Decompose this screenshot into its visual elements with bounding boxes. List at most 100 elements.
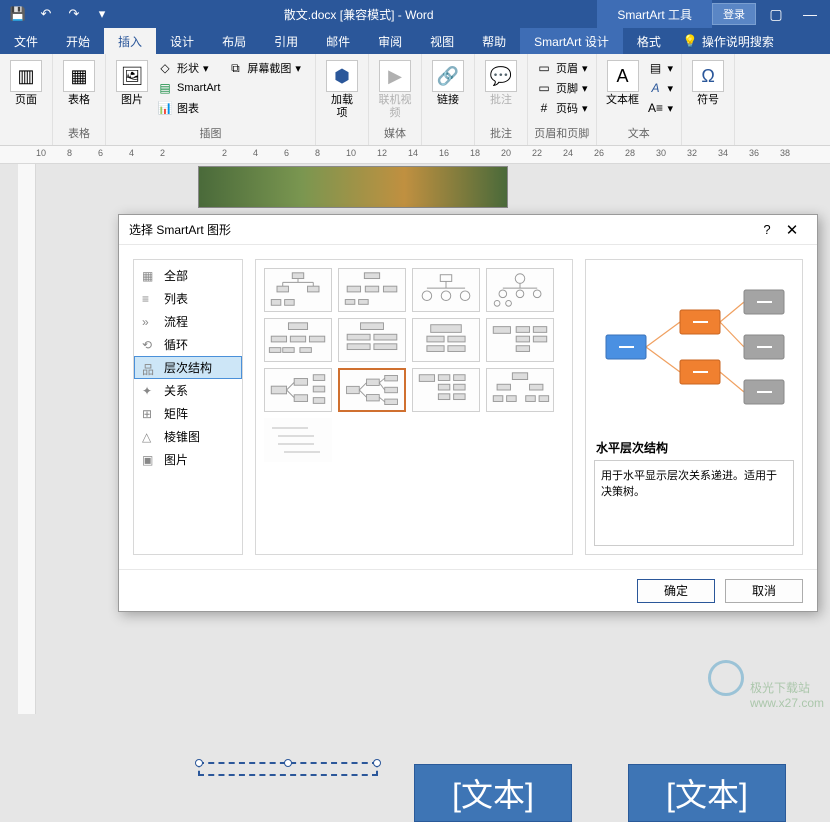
cover-page-button[interactable]: ▥ 页面 bbox=[6, 56, 46, 107]
smartart-button[interactable]: ▤SmartArt bbox=[155, 79, 222, 97]
layout-thumb[interactable] bbox=[412, 268, 480, 312]
addins-button[interactable]: ⬢ 加载 项 bbox=[322, 56, 362, 120]
ruler-tick: 2 bbox=[160, 148, 165, 158]
layout-thumb[interactable] bbox=[486, 318, 554, 362]
ok-button[interactable]: 确定 bbox=[637, 579, 715, 603]
table-button[interactable]: ▦ 表格 bbox=[59, 56, 99, 107]
screenshot-button[interactable]: ⧉屏幕截图▾ bbox=[225, 59, 303, 77]
textbox-label: 文本框 bbox=[606, 94, 639, 107]
layout-thumb[interactable] bbox=[412, 368, 480, 412]
tab-view[interactable]: 视图 bbox=[416, 28, 468, 54]
quick-parts-button[interactable]: ▤▾ bbox=[646, 59, 676, 77]
drop-cap-button[interactable]: A≡▾ bbox=[646, 99, 676, 117]
layout-thumb[interactable] bbox=[338, 318, 406, 362]
redo-icon[interactable]: ↷ bbox=[62, 2, 86, 26]
layout-thumb[interactable] bbox=[338, 268, 406, 312]
dialog-close-button[interactable]: ✕ bbox=[777, 221, 807, 239]
save-icon[interactable]: 💾 bbox=[6, 2, 30, 26]
cycle-icon: ⟲ bbox=[142, 338, 158, 352]
table-icon: ▦ bbox=[63, 60, 95, 92]
sidebar-item-pyramid[interactable]: △棱锥图 bbox=[134, 425, 242, 448]
cancel-button[interactable]: 取消 bbox=[725, 579, 803, 603]
sidebar-item-cycle[interactable]: ⟲循环 bbox=[134, 333, 242, 356]
layout-thumb[interactable] bbox=[264, 368, 332, 412]
ruler-tick: 36 bbox=[749, 148, 759, 158]
tab-insert[interactable]: 插入 bbox=[104, 28, 156, 54]
tab-references[interactable]: 引用 bbox=[260, 28, 312, 54]
preview-description: 用于水平显示层次关系递进。适用于决策树。 bbox=[594, 460, 794, 546]
tab-home[interactable]: 开始 bbox=[52, 28, 104, 54]
ruler-tick: 10 bbox=[36, 148, 46, 158]
ruler-tick: 24 bbox=[563, 148, 573, 158]
sidebar-item-matrix[interactable]: ⊞矩阵 bbox=[134, 402, 242, 425]
sidebar-item-all[interactable]: ▦全部 bbox=[134, 264, 242, 287]
tab-layout[interactable]: 布局 bbox=[208, 28, 260, 54]
pictures-label: 图片 bbox=[121, 94, 143, 107]
category-sidebar: ▦全部 ≡列表 »流程 ⟲循环 品层次结构 ✦关系 ⊞矩阵 △棱锥图 ▣图片 bbox=[133, 259, 243, 555]
group-hf-label: 页眉和页脚 bbox=[534, 125, 590, 143]
ruler-tick: 8 bbox=[67, 148, 72, 158]
document-title: 散文.docx [兼容模式] - Word bbox=[120, 6, 597, 23]
undo-icon[interactable]: ↶ bbox=[34, 2, 58, 26]
sidebar-item-list[interactable]: ≡列表 bbox=[134, 287, 242, 310]
layout-thumb[interactable] bbox=[264, 268, 332, 312]
tell-me-label: 操作说明搜索 bbox=[702, 33, 774, 50]
resize-handle[interactable] bbox=[284, 759, 292, 767]
layout-thumb[interactable] bbox=[486, 268, 554, 312]
vertical-ruler[interactable] bbox=[18, 164, 36, 714]
dialog-titlebar[interactable]: 选择 SmartArt 图形 ? ✕ bbox=[119, 215, 817, 245]
group-links: 🔗 链接 bbox=[422, 54, 475, 145]
tab-mailings[interactable]: 邮件 bbox=[312, 28, 364, 54]
tab-design[interactable]: 设计 bbox=[156, 28, 208, 54]
layout-thumb[interactable] bbox=[412, 318, 480, 362]
smartart-text-node[interactable]: [文本] bbox=[628, 764, 786, 822]
shapes-button[interactable]: ◇形状▾ bbox=[155, 59, 222, 77]
ribbon-display-options-icon[interactable]: ▢ bbox=[762, 2, 790, 26]
horizontal-ruler[interactable]: 1086422468101214161820222426283032343638 bbox=[0, 146, 830, 164]
ruler-tick: 18 bbox=[470, 148, 480, 158]
minimize-icon[interactable]: — bbox=[796, 2, 824, 26]
group-header-footer: ▭页眉▾ ▭页脚▾ #页码▾ 页眉和页脚 bbox=[528, 54, 597, 145]
dialog-help-button[interactable]: ? bbox=[757, 222, 777, 237]
group-media: ▶ 联机视频 媒体 bbox=[369, 54, 422, 145]
footer-button[interactable]: ▭页脚▾ bbox=[534, 79, 590, 97]
resize-handle[interactable] bbox=[195, 759, 203, 767]
smartart-selection-handle[interactable] bbox=[198, 762, 378, 776]
layout-thumb[interactable] bbox=[264, 418, 332, 462]
ruler-tick: 6 bbox=[98, 148, 103, 158]
document-image bbox=[198, 166, 508, 208]
layout-thumb-selected[interactable] bbox=[338, 368, 406, 412]
wordart-button[interactable]: A▾ bbox=[646, 79, 676, 97]
ruler-tick: 38 bbox=[780, 148, 790, 158]
textbox-button[interactable]: A 文本框 bbox=[603, 56, 643, 107]
tab-file[interactable]: 文件 bbox=[0, 28, 52, 54]
resize-handle[interactable] bbox=[373, 759, 381, 767]
header-icon: ▭ bbox=[536, 60, 552, 76]
tab-help[interactable]: 帮助 bbox=[468, 28, 520, 54]
ruler-tick: 34 bbox=[718, 148, 728, 158]
page-number-button[interactable]: #页码▾ bbox=[534, 99, 590, 117]
chart-button[interactable]: 📊图表 bbox=[155, 99, 222, 117]
dropcap-icon: A≡ bbox=[648, 100, 664, 116]
ruler-tick: 22 bbox=[532, 148, 542, 158]
sidebar-item-hierarchy[interactable]: 品层次结构 bbox=[134, 356, 242, 379]
tab-smartart-design[interactable]: SmartArt 设计 bbox=[520, 28, 623, 54]
smartart-icon: ▤ bbox=[157, 80, 173, 96]
links-button[interactable]: 🔗 链接 bbox=[428, 56, 468, 107]
qat-customize-icon[interactable]: ▾ bbox=[90, 2, 114, 26]
symbol-button[interactable]: Ω 符号 bbox=[688, 56, 728, 107]
smartart-dialog: 选择 SmartArt 图形 ? ✕ ▦全部 ≡列表 »流程 ⟲循环 品层次结构… bbox=[118, 214, 818, 612]
header-button[interactable]: ▭页眉▾ bbox=[534, 59, 590, 77]
tab-format[interactable]: 格式 bbox=[623, 28, 675, 54]
sidebar-item-picture[interactable]: ▣图片 bbox=[134, 448, 242, 471]
pictures-button[interactable]: 🖼 图片 bbox=[112, 56, 152, 107]
tab-review[interactable]: 审阅 bbox=[364, 28, 416, 54]
sidebar-item-process[interactable]: »流程 bbox=[134, 310, 242, 333]
login-button[interactable]: 登录 bbox=[712, 3, 756, 25]
tell-me-search[interactable]: 💡 操作说明搜索 bbox=[675, 28, 782, 54]
symbol-icon: Ω bbox=[692, 60, 724, 92]
layout-thumb[interactable] bbox=[264, 318, 332, 362]
sidebar-item-relationship[interactable]: ✦关系 bbox=[134, 379, 242, 402]
layout-thumb[interactable] bbox=[486, 368, 554, 412]
smartart-text-node[interactable]: [文本] bbox=[414, 764, 572, 822]
